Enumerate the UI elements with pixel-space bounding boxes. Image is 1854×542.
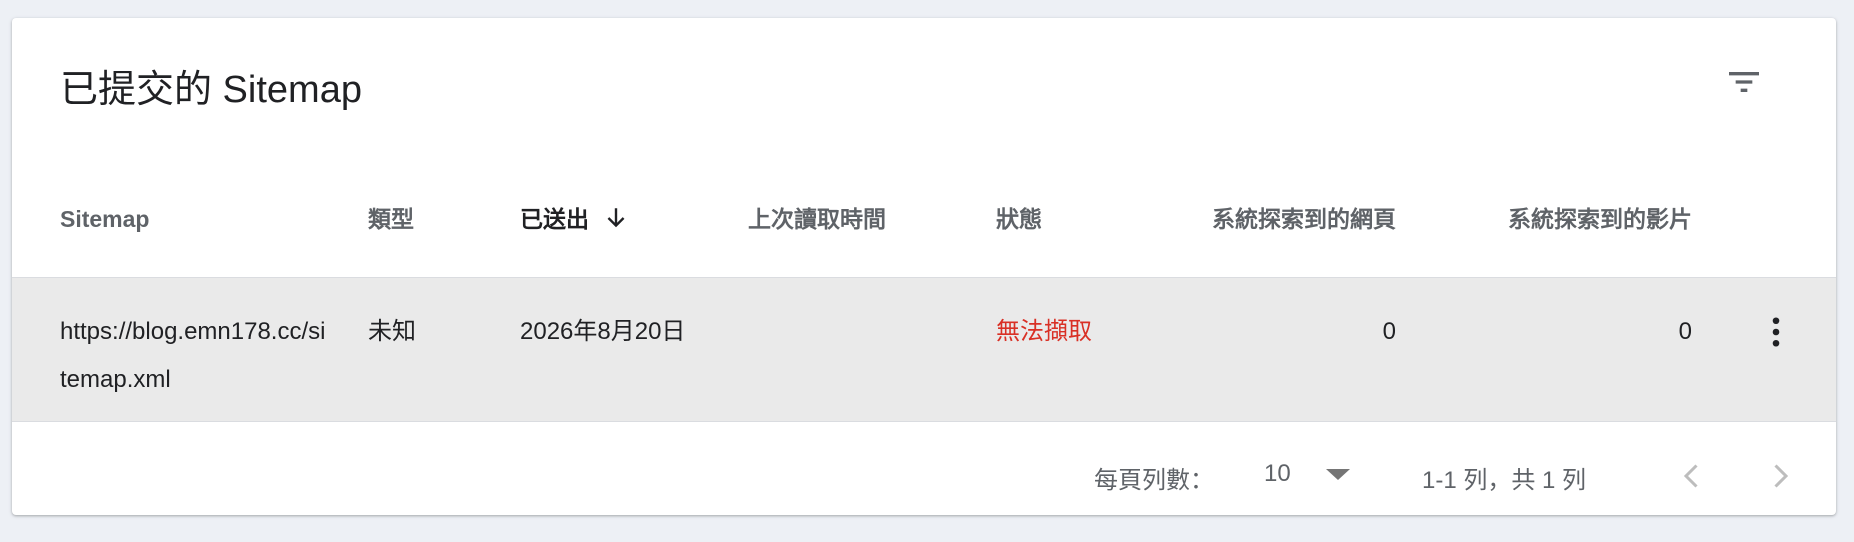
column-header-sitemap[interactable]: Sitemap — [60, 204, 149, 234]
cell-discovered-videos: 0 — [1678, 318, 1692, 345]
cell-type: 未知 — [368, 318, 416, 345]
previous-page-button[interactable] — [1668, 448, 1716, 504]
column-header-submitted[interactable]: 已送出 — [520, 204, 629, 234]
chevron-right-icon — [1774, 464, 1789, 488]
card-header: 已提交的 Sitemap — [12, 18, 1836, 138]
column-header-submitted-label: 已送出 — [520, 206, 589, 232]
table-row[interactable]: https://blog.emn178.cc/sitemap.xml 未知 20… — [12, 278, 1836, 422]
rows-per-page-select[interactable]: 10 — [1264, 452, 1364, 496]
table-header-row: Sitemap 類型 已送出 上次讀取時間 狀態 系統探索到的網頁 系統探索到的… — [12, 138, 1836, 278]
row-more-button[interactable] — [1752, 304, 1800, 360]
rows-per-page-value: 10 — [1264, 460, 1291, 487]
arrow-drop-down-icon — [1326, 469, 1350, 480]
column-header-last-read[interactable]: 上次讀取時間 — [748, 204, 886, 234]
chevron-left-icon — [1683, 464, 1698, 488]
more-vert-icon — [1772, 317, 1780, 347]
cell-status: 無法擷取 — [996, 318, 1092, 345]
column-header-discovered-videos[interactable]: 系統探索到的影片 — [1428, 204, 1692, 234]
next-page-button[interactable] — [1756, 448, 1804, 504]
card-title: 已提交的 Sitemap — [60, 69, 362, 111]
cell-sitemap-url[interactable]: https://blog.emn178.cc/sitemap.xml — [60, 308, 330, 404]
table-pagination: 每頁列數： 10 1-1 列，共 1 列 — [12, 422, 1836, 515]
column-header-discovered-pages[interactable]: 系統探索到的網頁 — [1132, 204, 1396, 234]
filter-list-icon — [1729, 72, 1759, 92]
pagination-range-label: 1-1 列，共 1 列 — [1422, 467, 1587, 494]
rows-per-page-label: 每頁列數： — [1094, 467, 1214, 494]
cell-discovered-pages: 0 — [1382, 318, 1396, 345]
column-header-status[interactable]: 狀態 — [996, 204, 1042, 234]
cell-submitted: 2026年8月20日 — [520, 318, 686, 345]
column-header-type[interactable]: 類型 — [368, 204, 414, 234]
arrow-downward-icon — [607, 208, 625, 228]
filter-button[interactable] — [1716, 54, 1772, 110]
sitemaps-card: 已提交的 Sitemap Sitemap 類型 已送出 上次讀取時間 狀態 系統… — [12, 18, 1836, 515]
